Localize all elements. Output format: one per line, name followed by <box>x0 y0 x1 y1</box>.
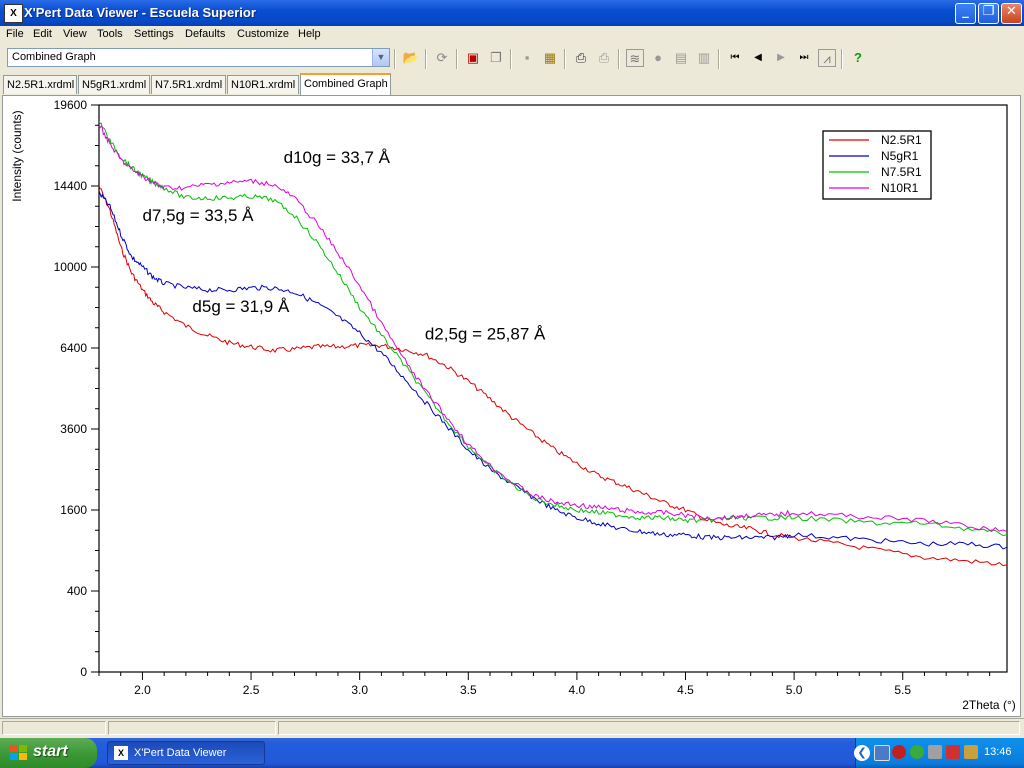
x-tick-label: 3.0 <box>351 683 368 697</box>
toolbar-separator <box>425 49 427 69</box>
menu-settings[interactable]: Settings <box>134 28 174 40</box>
status-cell <box>278 721 1020 735</box>
legend-label: N2.5R1 <box>881 133 922 147</box>
clock: 13:46 <box>984 746 1012 758</box>
shield-icon[interactable] <box>892 745 906 759</box>
graph-select-value: Combined Graph <box>12 51 96 63</box>
y-tick-label: 3600 <box>60 422 87 436</box>
y-tick-label: 10000 <box>54 260 88 274</box>
page-icon[interactable]: ▥ <box>695 49 713 67</box>
toolbar-separator <box>841 49 843 69</box>
y-axis-label: Intensity (counts) <box>10 110 24 201</box>
start-button[interactable]: start <box>0 738 97 768</box>
toolbar-separator <box>618 49 620 69</box>
previous-icon[interactable]: ◀ <box>749 49 767 67</box>
annotation-label: d7,5g = 33,5 Å <box>142 206 254 225</box>
tray-expand-icon[interactable]: ❮ <box>854 745 870 761</box>
combined-graph-chart[interactable]: 0 400 1600 3600 6400 10000 14400 19600 2.0 2.5 3.0… <box>3 96 1020 716</box>
clipboard-icon[interactable]: ▦ <box>541 49 559 67</box>
title-bar: X X'Pert Data Viewer - Escuela Superior … <box>0 0 1024 26</box>
menu-edit[interactable]: Edit <box>33 28 52 40</box>
taskbar-item-label: X'Pert Data Viewer <box>134 747 227 759</box>
system-tray: ❮ 13:46 <box>854 738 1024 768</box>
toolbar: Combined Graph ▼ 📂 ⟳ ▣ ❐ ▪ ▦ ⎙ ⎙ ≋ ● ▤ ▥… <box>0 45 1024 73</box>
print-preview-icon[interactable]: ▣ <box>464 49 482 67</box>
menu-view[interactable]: View <box>63 28 87 40</box>
status-cell <box>108 721 276 735</box>
annotation-label: d5g = 31,9 Å <box>192 297 290 316</box>
chart-icon[interactable]: ⩘ <box>818 49 836 67</box>
antivirus-icon[interactable] <box>946 745 960 759</box>
taskbar-item-xpert[interactable]: X X'Pert Data Viewer <box>107 741 265 765</box>
graph-icon[interactable]: ≋ <box>626 49 644 67</box>
copy-icon[interactable]: ❐ <box>487 49 505 67</box>
minimize-button[interactable]: _ <box>955 3 976 24</box>
toolbar-separator <box>564 49 566 69</box>
record-icon[interactable]: ● <box>649 49 667 67</box>
x-tick-label: 2.0 <box>134 683 151 697</box>
graph-panel: 0 400 1600 3600 6400 10000 14400 19600 2.0 2.5 3.0… <box>2 95 1021 717</box>
open-folder-icon[interactable]: 📂 <box>402 49 420 67</box>
y-tick-label: 14400 <box>54 179 88 193</box>
tab-n5gr1[interactable]: N5gR1.xrdml <box>78 75 150 94</box>
annotation-label: d10g = 33,7 Å <box>284 148 391 167</box>
printer-icon[interactable]: ⎙ <box>572 49 590 67</box>
x-tick-label: 5.5 <box>894 683 911 697</box>
legend-label: N5gR1 <box>881 149 919 163</box>
legend-label: N7.5R1 <box>881 165 922 179</box>
toolbar-separator <box>510 49 512 69</box>
last-icon[interactable]: ⏭ <box>795 49 813 67</box>
y-tick-label: 400 <box>67 584 87 598</box>
window-title: X'Pert Data Viewer - Escuela Superior <box>24 5 256 20</box>
document-icon[interactable]: ▤ <box>672 49 690 67</box>
graph-select[interactable]: Combined Graph ▼ <box>7 48 390 67</box>
close-button[interactable]: ✕ <box>1001 3 1022 24</box>
x-tick-label: 4.5 <box>677 683 694 697</box>
tab-combined-graph[interactable]: Combined Graph <box>300 73 391 95</box>
volume-icon[interactable] <box>964 745 978 759</box>
tab-n10r1[interactable]: N10R1.xrdml <box>227 75 299 94</box>
menu-defaults[interactable]: Defaults <box>185 28 225 40</box>
x-tick-label: 3.5 <box>460 683 477 697</box>
x-tick-label: 4.0 <box>569 683 586 697</box>
tab-n7-5r1[interactable]: N7.5R1.xrdml <box>151 75 226 94</box>
menu-help[interactable]: Help <box>298 28 321 40</box>
y-tick-label: 0 <box>80 665 87 679</box>
y-tick-label: 19600 <box>54 98 88 112</box>
next-icon[interactable]: ▶ <box>772 49 790 67</box>
x-tick-label: 2.5 <box>243 683 260 697</box>
menu-tools[interactable]: Tools <box>97 28 123 40</box>
x-tick-label: 5.0 <box>786 683 803 697</box>
menu-file[interactable]: File <box>6 28 24 40</box>
x-axis-label: 2Theta (°) <box>962 698 1015 712</box>
toolbar-separator <box>456 49 458 69</box>
toolbar-separator <box>718 49 720 69</box>
start-label: start <box>33 743 68 760</box>
tab-strip: N2.5R1.xrdml N5gR1.xrdml N7.5R1.xrdml N1… <box>0 73 1024 95</box>
security-icon[interactable] <box>910 745 924 759</box>
menu-customize[interactable]: Customize <box>237 28 289 40</box>
annotation-label: d2,5g = 25,87 Å <box>425 324 546 343</box>
help-icon[interactable]: ? <box>849 49 867 67</box>
status-bar <box>0 718 1024 738</box>
legend-label: N10R1 <box>881 181 919 195</box>
windows-logo-icon <box>10 745 27 760</box>
y-tick-label: 6400 <box>60 341 87 355</box>
app-icon: X <box>114 746 128 760</box>
toolbar-separator <box>394 49 396 69</box>
app-icon[interactable]: X <box>4 4 23 23</box>
printer-gray-icon[interactable]: ⎙ <box>595 49 613 67</box>
refresh-icon[interactable]: ⟳ <box>433 49 451 67</box>
camera-icon[interactable]: ▪ <box>518 49 536 67</box>
restore-button[interactable]: ❐ <box>978 3 999 24</box>
y-tick-label: 1600 <box>60 503 87 517</box>
taskbar: start X X'Pert Data Viewer ❮ 13:46 <box>0 738 1024 768</box>
first-icon[interactable]: ⏮ <box>726 49 744 67</box>
network-icon[interactable] <box>874 745 890 761</box>
device-icon[interactable] <box>928 745 942 759</box>
tab-n2-5r1[interactable]: N2.5R1.xrdml <box>3 75 77 94</box>
chevron-down-icon[interactable]: ▼ <box>372 49 389 66</box>
menu-bar: File Edit View Tools Settings Defaults C… <box>0 26 1024 44</box>
status-cell <box>2 721 106 735</box>
